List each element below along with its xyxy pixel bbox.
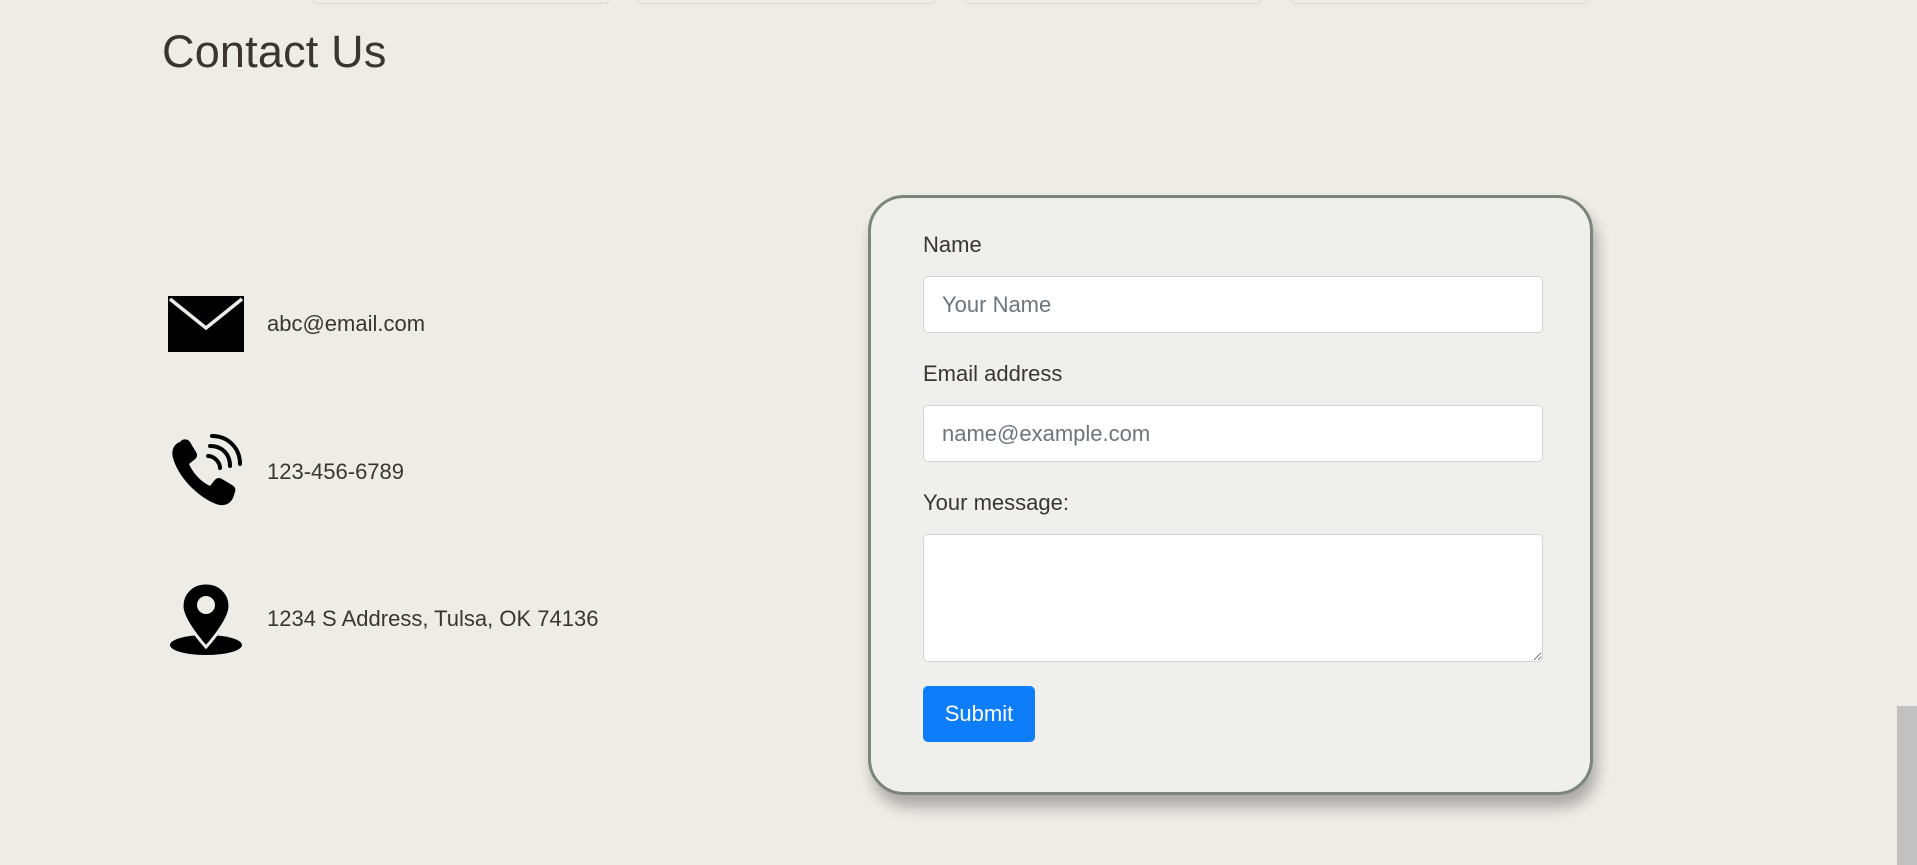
contact-address-text: 1234 S Address, Tulsa, OK 74136 (267, 606, 599, 631)
email-input[interactable] (923, 405, 1543, 462)
contact-item-email: abc@email.com (168, 286, 425, 362)
contact-phone-text: 123-456-6789 (267, 459, 405, 484)
contact-email-text: abc@email.com (267, 311, 426, 336)
section-card (1291, 0, 1588, 4)
section-card (638, 0, 935, 4)
name-label: Name (923, 232, 982, 257)
contact-item-phone: 123-456-6789 (168, 434, 404, 510)
message-textarea[interactable] (923, 534, 1543, 662)
email-label: Email address (923, 361, 1063, 386)
contact-page: Contact Us abc@email.com 123-456-6789 12… (0, 0, 1917, 865)
contact-item-address: 1234 S Address, Tulsa, OK 74136 (168, 581, 598, 657)
name-input[interactable] (923, 276, 1543, 333)
submit-button[interactable]: Submit (923, 686, 1035, 742)
section-card (312, 0, 609, 4)
message-label: Your message: (923, 490, 1069, 515)
section-card (964, 0, 1261, 4)
page-title: Contact Us (162, 26, 387, 77)
phone-icon (168, 434, 244, 510)
envelope-icon (168, 286, 244, 362)
previous-section-cards (0, 0, 1917, 4)
location-pin-icon (168, 581, 244, 657)
contact-form: Name Email address Your message: Submit (868, 195, 1593, 795)
scrollbar-thumb[interactable] (1897, 706, 1917, 865)
